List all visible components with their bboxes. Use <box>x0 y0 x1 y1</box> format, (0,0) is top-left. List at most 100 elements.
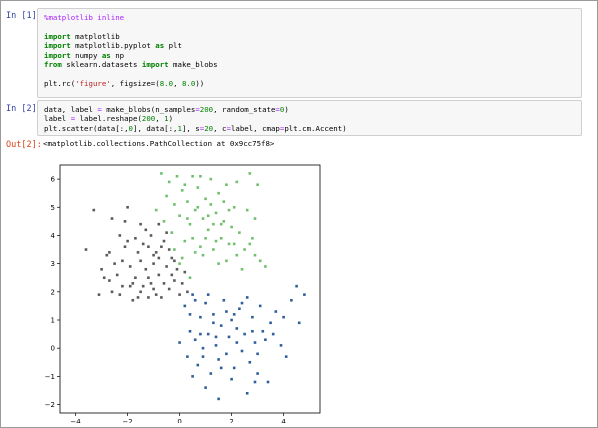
scatter-point-cluster-0 <box>141 284 145 288</box>
x-tick-label: −4 <box>70 418 81 423</box>
scatter-point-cluster-0 <box>118 234 122 237</box>
code-token: 8.0 <box>159 78 174 88</box>
scatter-point-cluster-1 <box>204 236 207 240</box>
scatter-point-cluster-2 <box>240 301 244 305</box>
scatter-point-cluster-0 <box>144 228 148 232</box>
scatter-point-cluster-0 <box>165 265 168 268</box>
scatter-point-cluster-1 <box>251 236 254 240</box>
scatter-point-cluster-0 <box>121 284 124 288</box>
scatter-point-cluster-1 <box>175 174 179 178</box>
scatter-point-cluster-1 <box>193 208 197 212</box>
scatter-point-cluster-0 <box>131 282 135 285</box>
code-cell-2[interactable]: data, label = make_blobs(n_samples=200, … <box>37 100 582 136</box>
scatter-point-cluster-1 <box>232 205 236 209</box>
scatter-point-cluster-0 <box>139 290 142 294</box>
scatter-point-cluster-2 <box>266 380 270 384</box>
x-tick-label: −2 <box>122 418 132 423</box>
scatter-point-cluster-1 <box>201 253 205 257</box>
code-cell-1-source[interactable]: %matplotlib inline import matplotlib imp… <box>38 9 581 92</box>
scatter-point-cluster-1 <box>217 262 220 265</box>
code-token: ], data[:, <box>133 123 178 133</box>
x-tick-label: 4 <box>281 418 286 423</box>
scatter-point-cluster-1 <box>214 211 218 215</box>
scatter-point-cluster-1 <box>214 239 218 243</box>
y-tick-label: 0 <box>51 345 55 353</box>
code-token: import <box>44 50 71 60</box>
scatter-point-cluster-0 <box>175 267 179 271</box>
scatter-point-cluster-2 <box>253 380 257 384</box>
scatter-point-cluster-1 <box>167 180 171 184</box>
scatter-point-cluster-1 <box>180 256 184 260</box>
scatter-point-cluster-0 <box>167 287 171 291</box>
x-tick-label: 2 <box>229 418 233 423</box>
code-token: make_blobs <box>168 60 218 70</box>
scatter-point-cluster-1 <box>235 180 239 184</box>
scatter-point-cluster-0 <box>108 251 111 254</box>
scatter-point-cluster-0 <box>108 279 111 282</box>
scatter-point-cluster-1 <box>206 228 210 232</box>
scatter-point-cluster-2 <box>193 338 197 342</box>
scatter-point-cluster-0 <box>180 282 184 285</box>
scatter-point-cluster-2 <box>271 332 275 336</box>
code-cell-1[interactable]: %matplotlib inline import matplotlib imp… <box>37 8 582 98</box>
scatter-point-cluster-2 <box>269 321 272 325</box>
scatter-point-cluster-2 <box>222 298 226 302</box>
scatter-point-cluster-1 <box>212 222 215 226</box>
scatter-point-cluster-2 <box>256 372 259 375</box>
scatter-point-cluster-1 <box>253 253 257 257</box>
scatter-point-cluster-1 <box>227 242 231 246</box>
scatter-point-cluster-0 <box>123 245 127 249</box>
scatter-point-cluster-2 <box>201 355 205 358</box>
output-text: <matplotlib.collections.PathCollection a… <box>43 139 275 148</box>
code-token: label.reshape( <box>75 114 142 124</box>
code-token: import <box>141 60 169 70</box>
scatter-point-cluster-2 <box>235 341 239 344</box>
scatter-point-cluster-1 <box>191 236 194 240</box>
code-token: %matplotlib inline <box>44 13 125 22</box>
scatter-point-cluster-2 <box>214 335 218 339</box>
scatter-point-cluster-2 <box>230 318 233 322</box>
scatter-point-cluster-0 <box>157 273 161 277</box>
scatter-point-cluster-2 <box>295 284 298 288</box>
scatter-point-cluster-2 <box>290 298 293 302</box>
scatter-point-cluster-0 <box>162 239 166 243</box>
scatter-point-cluster-1 <box>201 217 205 220</box>
scatter-point-cluster-0 <box>170 273 174 277</box>
scatter-point-cluster-1 <box>160 172 163 175</box>
scatter-point-cluster-0 <box>152 253 155 257</box>
scatter-point-cluster-1 <box>196 205 200 209</box>
scatter-point-cluster-2 <box>206 293 210 296</box>
code-token: 200 <box>141 114 156 124</box>
scatter-point-cluster-1 <box>248 242 252 246</box>
scatter-point-cluster-1 <box>232 242 236 246</box>
y-tick-label: 1 <box>51 317 55 325</box>
code-token: as <box>101 50 111 60</box>
code-token: , random_state <box>213 105 276 114</box>
code-token: import <box>44 31 71 41</box>
code-token: , <box>155 114 165 124</box>
scatter-point-cluster-1 <box>219 236 223 240</box>
scatter-point-cluster-2 <box>214 344 218 347</box>
scatter-point-cluster-0 <box>123 220 127 223</box>
scatter-point-cluster-0 <box>134 236 137 240</box>
code-token: numpy <box>70 50 102 60</box>
scatter-point-cluster-0 <box>170 256 174 260</box>
scatter-point-cluster-0 <box>147 276 150 280</box>
scatter-point-cluster-1 <box>196 186 200 189</box>
scatter-point-cluster-0 <box>131 298 135 302</box>
scatter-point-cluster-2 <box>284 355 288 358</box>
scatter-point-cluster-2 <box>219 366 223 370</box>
code-cell-2-source[interactable]: data, label = make_blobs(n_samples=200, … <box>38 101 581 137</box>
scatter-point-cluster-2 <box>258 304 262 308</box>
scatter-point-cluster-1 <box>206 214 210 218</box>
scatter-point-cluster-0 <box>121 259 124 263</box>
scatter-point-cluster-2 <box>253 341 257 344</box>
scatter-point-cluster-2 <box>238 307 241 311</box>
scatter-point-cluster-1 <box>186 217 189 220</box>
scatter-point-cluster-0 <box>128 284 132 288</box>
scatter-point-cluster-0 <box>139 259 142 263</box>
scatter-point-cluster-2 <box>243 332 246 336</box>
y-tick-label: 6 <box>51 176 56 184</box>
scatter-point-cluster-0 <box>186 290 189 294</box>
scatter-point-cluster-2 <box>230 377 233 381</box>
